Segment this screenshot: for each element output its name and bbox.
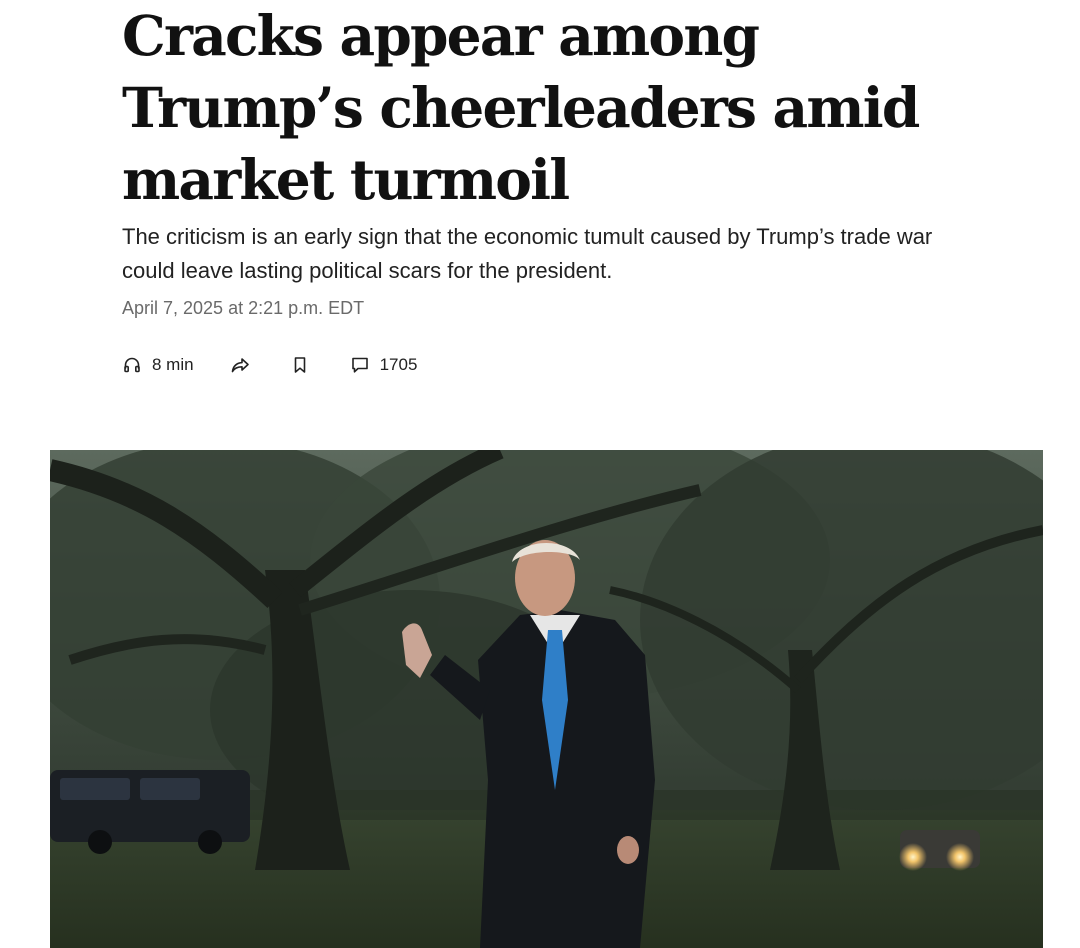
article-dek: The criticism is an early sign that the … bbox=[122, 224, 933, 283]
share-icon bbox=[230, 355, 250, 375]
publish-timestamp: April 7, 2025 at 2:21 p.m. EDT bbox=[122, 298, 365, 318]
hero-photo-scene bbox=[50, 450, 1043, 948]
hero-photo[interactable] bbox=[50, 450, 1043, 948]
headphones-icon bbox=[122, 355, 142, 375]
bookmark-icon bbox=[290, 355, 310, 375]
headline: Cracks appear among Trump’s cheerleaders… bbox=[122, 3, 920, 212]
listen-button[interactable]: 8 min bbox=[122, 355, 194, 375]
share-button[interactable] bbox=[230, 355, 250, 375]
article-actions-bar: 8 min 1705 bbox=[122, 352, 417, 378]
save-button[interactable] bbox=[290, 355, 310, 375]
article: Cracks appear among Trump’s cheerleaders… bbox=[0, 0, 1080, 948]
listen-duration: 8 min bbox=[152, 355, 194, 374]
comment-icon bbox=[350, 355, 370, 375]
comments-button[interactable]: 1705 bbox=[350, 355, 418, 375]
comments-count: 1705 bbox=[379, 355, 418, 374]
